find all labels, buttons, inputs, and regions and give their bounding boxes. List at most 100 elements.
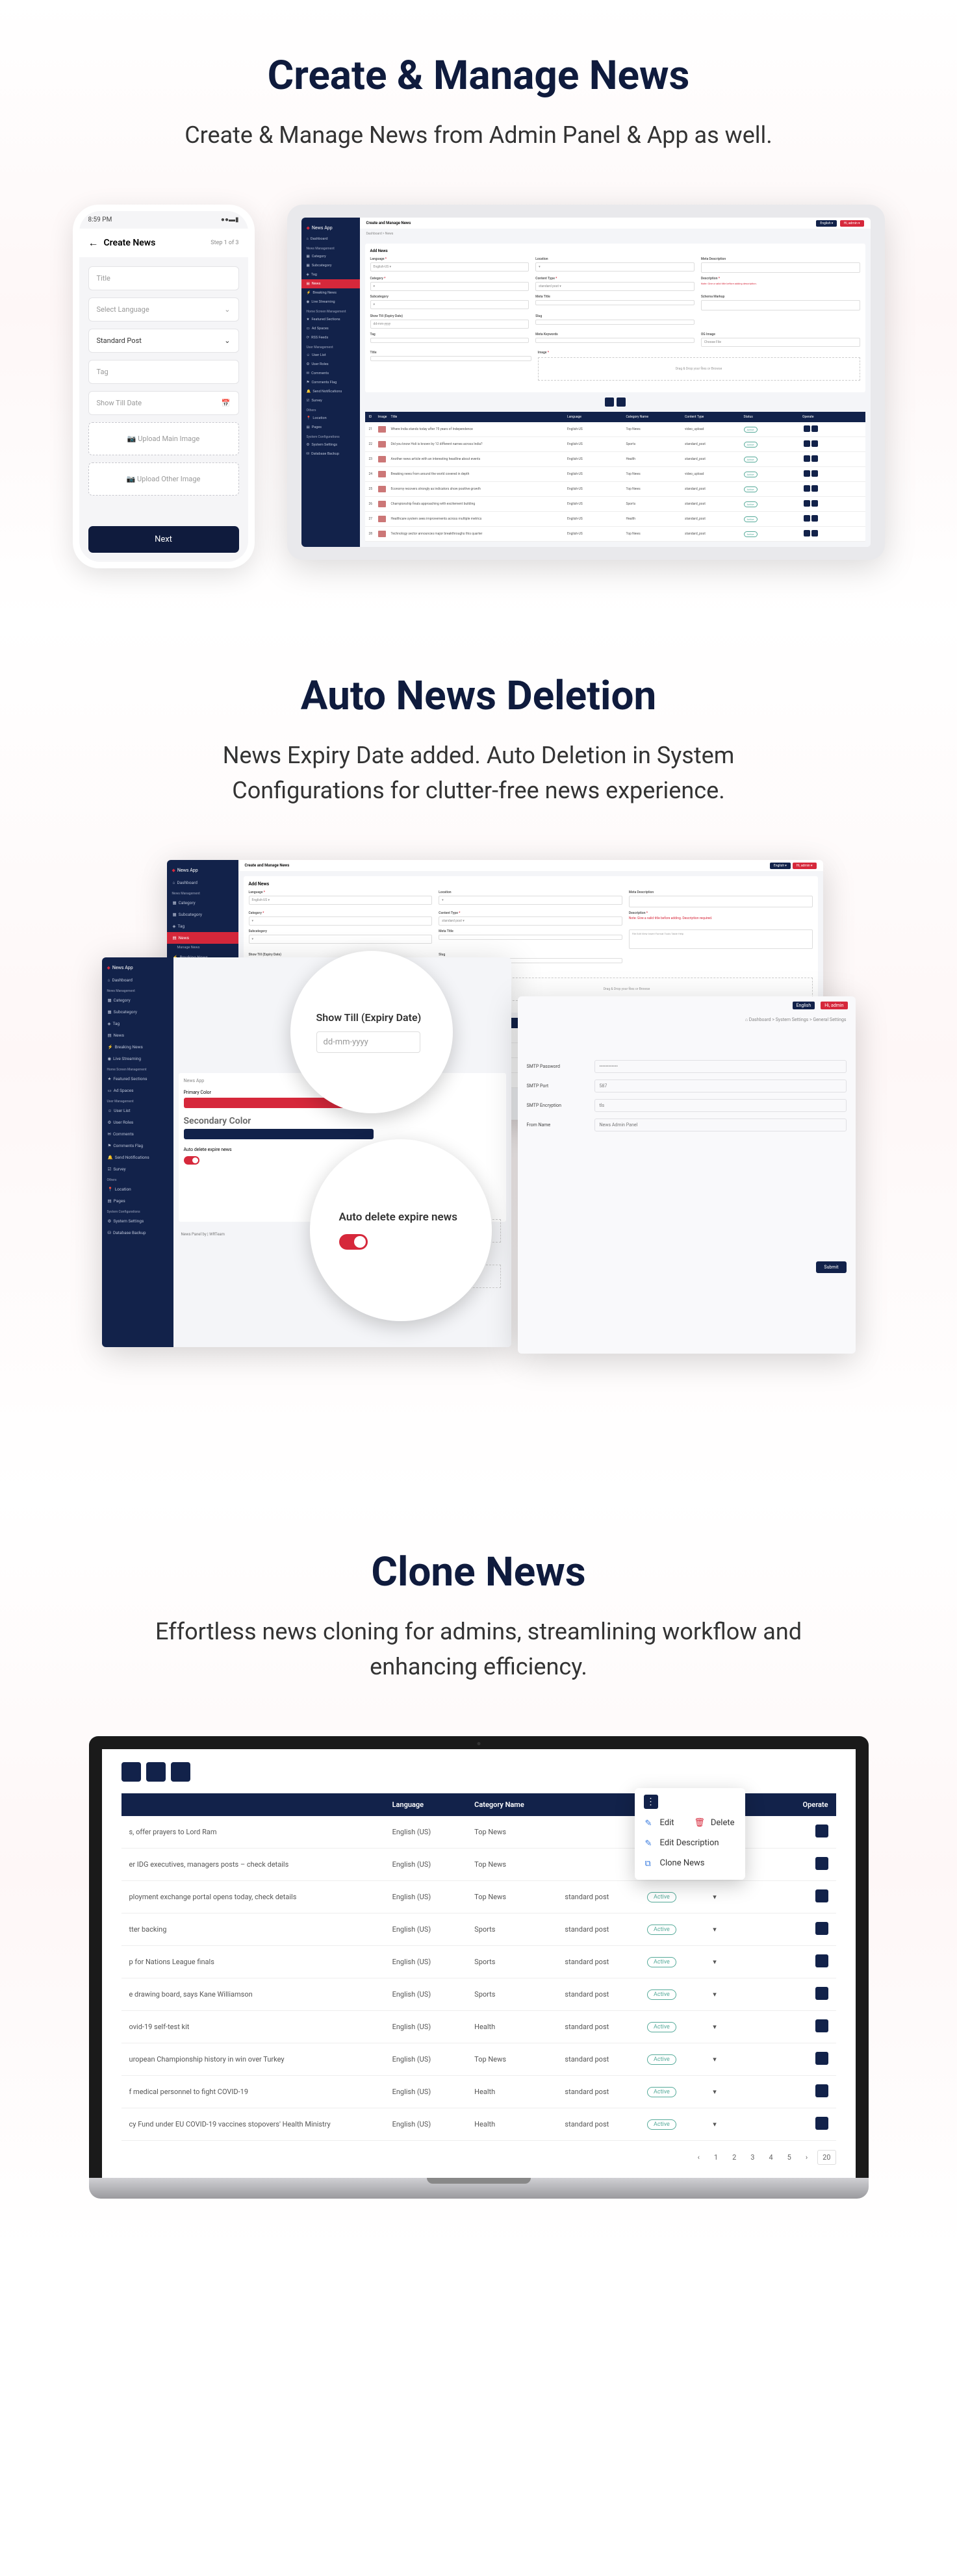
row-action[interactable] xyxy=(804,530,810,537)
sidebar-breaking[interactable]: ⚡ Breaking News xyxy=(301,288,360,297)
auto-delete-toggle-mini[interactable] xyxy=(184,1156,199,1165)
title-input[interactable]: Title xyxy=(88,266,239,290)
sidebar-category[interactable]: ▦ Category xyxy=(301,252,360,261)
user-btn[interactable]: Hi, admin ▾ xyxy=(840,220,864,227)
sidebar-subcategory[interactable]: ▦ Subcategory xyxy=(301,261,360,270)
row-menu[interactable] xyxy=(815,2052,828,2065)
page-prev[interactable]: ‹ xyxy=(693,2151,704,2164)
from-name-input[interactable]: News Admin Panel xyxy=(594,1118,847,1131)
row-menu[interactable] xyxy=(815,2117,828,2130)
menu-edit[interactable]: ✎Edit🗑Delete xyxy=(635,1813,745,1833)
sidebar-rss[interactable]: ⟳ RSS Feeds xyxy=(301,333,360,342)
row-action[interactable] xyxy=(811,470,818,477)
menu-trigger[interactable]: ⋮ xyxy=(644,1795,658,1809)
smtp-port-input[interactable]: 587 xyxy=(594,1080,847,1092)
row-action[interactable] xyxy=(804,470,810,477)
row-menu[interactable] xyxy=(815,1987,828,2000)
next-button[interactable]: Next xyxy=(88,526,239,553)
row-menu[interactable] xyxy=(815,1954,828,1967)
row-action[interactable] xyxy=(804,455,810,462)
row-action[interactable] xyxy=(811,425,818,432)
row-action[interactable] xyxy=(804,440,810,447)
thumb-icon xyxy=(378,516,386,522)
row-menu[interactable] xyxy=(815,1857,828,1870)
lang-select[interactable]: English-US ▾ xyxy=(370,262,530,271)
row-action[interactable] xyxy=(804,425,810,432)
sidebar-news[interactable]: ▤ News xyxy=(301,279,360,288)
show-input[interactable]: dd-mm-yyyy xyxy=(370,320,530,329)
menu-edit-description[interactable]: ✎Edit Description xyxy=(635,1833,745,1853)
sidebar-settings[interactable]: ⚙ System Settings xyxy=(301,440,360,449)
row-menu[interactable] xyxy=(815,1922,828,1935)
title-input[interactable] xyxy=(370,356,531,361)
calendar-icon: 📅 xyxy=(222,399,231,407)
row-action[interactable] xyxy=(811,440,818,447)
filter-tool[interactable] xyxy=(146,1762,166,1782)
expiry-date-input[interactable]: dd-mm-yyyy xyxy=(316,1031,420,1053)
page-next[interactable]: › xyxy=(801,2151,812,2164)
sidebar-pages[interactable]: ▤ Pages xyxy=(301,423,360,432)
language-select[interactable]: Select Language⌄ xyxy=(88,297,239,322)
sidebar-comments[interactable]: ✉ Comments xyxy=(301,369,360,378)
sidebar-flag[interactable]: ⚑ Comments Flag xyxy=(301,378,360,387)
row-menu[interactable] xyxy=(815,2019,828,2032)
row-action[interactable] xyxy=(811,455,818,462)
smtp-password-input[interactable]: •••••••••••• xyxy=(594,1060,847,1073)
schema-input[interactable] xyxy=(701,300,860,310)
dropzone[interactable]: Drag & Drop your files or Browse xyxy=(538,357,860,381)
section-auto-deletion: Auto News Deletion News Expiry Date adde… xyxy=(0,620,957,1496)
upload-main-image[interactable]: 📷 Upload Main Image xyxy=(88,422,239,455)
sidebar-ads[interactable]: ▭ Ad Spaces xyxy=(301,324,360,333)
nav-next[interactable] xyxy=(617,398,626,407)
row-menu[interactable] xyxy=(815,2084,828,2097)
table-row: tter backingEnglish (US)Sportsstandard p… xyxy=(121,1913,836,1946)
meta-input[interactable] xyxy=(535,300,695,305)
loc-select[interactable]: ▾ xyxy=(535,262,695,271)
sidebar-location[interactable]: 📍 Location xyxy=(301,414,360,423)
sidebar-userlist[interactable]: ☺ User List xyxy=(301,351,360,360)
cat-select[interactable]: ▾ xyxy=(370,282,530,291)
sidebar-notify[interactable]: 🔔 Send Notifications xyxy=(301,387,360,396)
sidebar-backup[interactable]: ⛁ Database Backup xyxy=(301,449,360,459)
row-action[interactable] xyxy=(804,515,810,522)
slug-input[interactable] xyxy=(535,320,695,325)
sidebar-dashboard[interactable]: ⌂ Dashboard xyxy=(301,234,360,244)
submit-button[interactable]: Submit xyxy=(816,1261,846,1273)
search-tool[interactable] xyxy=(121,1762,141,1782)
sidebar-survey[interactable]: ☑ Survey xyxy=(301,396,360,405)
smtp-enc-input[interactable]: tls xyxy=(594,1099,847,1112)
section-subtitle: Create & Manage News from Admin Panel & … xyxy=(154,118,804,153)
post-type-select[interactable]: Standard Post⌄ xyxy=(88,329,239,353)
row-action[interactable] xyxy=(804,500,810,507)
back-icon[interactable]: ← xyxy=(88,236,99,249)
row-action[interactable] xyxy=(804,485,810,492)
ctype-select[interactable]: standard post ▾ xyxy=(535,282,695,291)
tag-input[interactable] xyxy=(370,338,530,343)
sidebar-live[interactable]: ◉ Live Streaming xyxy=(301,297,360,307)
row-action[interactable] xyxy=(811,530,818,537)
auto-delete-toggle[interactable] xyxy=(339,1234,368,1250)
sub-select[interactable]: ▾ xyxy=(370,300,530,309)
row-menu[interactable] xyxy=(815,1889,828,1902)
section-title: Auto News Deletion xyxy=(26,672,931,720)
show-till-input[interactable]: Show Till Date📅 xyxy=(88,391,239,415)
tag-input[interactable]: Tag xyxy=(88,360,239,384)
upload-other-image[interactable]: 📷 Upload Other Image xyxy=(88,462,239,496)
metad-input[interactable] xyxy=(701,262,860,273)
menu-clone-news[interactable]: ⧉Clone News xyxy=(635,1853,745,1873)
nav-prev[interactable] xyxy=(605,398,614,407)
row-action[interactable] xyxy=(811,485,818,492)
row-menu[interactable] xyxy=(815,1825,828,1837)
lang-btn[interactable]: English ▾ xyxy=(816,220,837,227)
row-action[interactable] xyxy=(811,515,818,522)
og-input[interactable]: Choose File xyxy=(701,338,860,347)
sidebar-featured[interactable]: ★ Featured Sections xyxy=(301,315,360,324)
row-action[interactable] xyxy=(811,500,818,507)
section-create-manage: Create & Manage News Create & Manage New… xyxy=(0,0,957,620)
sidebar-tag[interactable]: ◈ Tag xyxy=(301,270,360,279)
secondary-color-bar[interactable] xyxy=(184,1129,374,1139)
refresh-tool[interactable] xyxy=(171,1762,190,1782)
sidebar-roles[interactable]: ⚙ User Roles xyxy=(301,360,360,369)
key-input[interactable] xyxy=(535,338,695,343)
news-table: IDImageTitleLanguageCategory NameContent… xyxy=(365,412,865,542)
